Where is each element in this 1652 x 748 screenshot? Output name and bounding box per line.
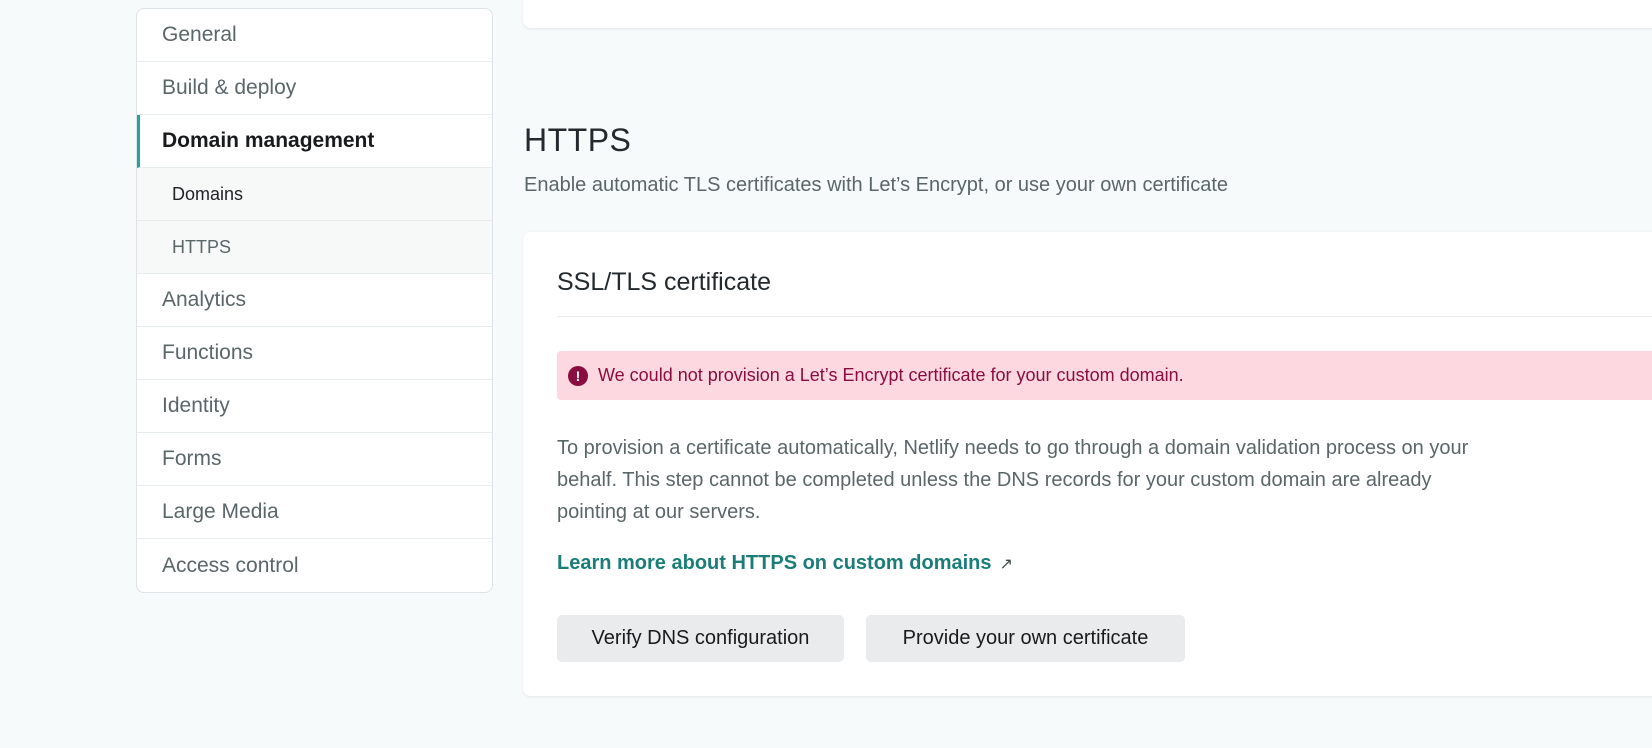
- sidebar-item-domain-management[interactable]: Domain management: [137, 115, 492, 168]
- sidebar-item-analytics[interactable]: Analytics: [137, 274, 492, 327]
- sidebar-item-identity[interactable]: Identity: [137, 380, 492, 433]
- sidebar-item-functions[interactable]: Functions: [137, 327, 492, 380]
- section-title: HTTPS: [524, 122, 632, 158]
- learn-more-link[interactable]: Learn more about HTTPS on custom domains…: [557, 552, 1013, 575]
- card-title: SSL/TLS certificate: [557, 268, 771, 296]
- error-alert: ! We could not provision a Let’s Encrypt…: [557, 351, 1652, 400]
- ssl-certificate-card: SSL/TLS certificate ! We could not provi…: [523, 232, 1652, 696]
- page: General Build & deploy Domain management…: [0, 0, 1652, 748]
- settings-sidebar: General Build & deploy Domain management…: [136, 8, 493, 593]
- section-description: Enable automatic TLS certificates with L…: [524, 174, 1229, 196]
- sidebar-subitem-domains[interactable]: Domains: [137, 168, 492, 221]
- verify-dns-button[interactable]: Verify DNS configuration: [557, 615, 844, 662]
- sidebar-item-general[interactable]: General: [137, 9, 492, 62]
- alert-message: We could not provision a Let’s Encrypt c…: [598, 365, 1184, 385]
- sidebar-item-build-deploy[interactable]: Build & deploy: [137, 62, 492, 115]
- external-link-icon: ↗: [999, 555, 1013, 573]
- sidebar-item-forms[interactable]: Forms: [137, 433, 492, 486]
- explanation-text: To provision a certificate automatically…: [557, 437, 1469, 523]
- sidebar-subitem-https[interactable]: HTTPS: [137, 221, 492, 274]
- previous-section-card: [523, 0, 1652, 28]
- sidebar-item-large-media[interactable]: Large Media: [137, 486, 492, 539]
- learn-more-link-label: Learn more about HTTPS on custom domains: [557, 552, 992, 574]
- sidebar-item-access-control[interactable]: Access control: [137, 539, 492, 592]
- card-divider: [557, 316, 1652, 317]
- exclamation-circle-icon: !: [568, 365, 588, 386]
- provide-certificate-button[interactable]: Provide your own certificate: [866, 615, 1185, 662]
